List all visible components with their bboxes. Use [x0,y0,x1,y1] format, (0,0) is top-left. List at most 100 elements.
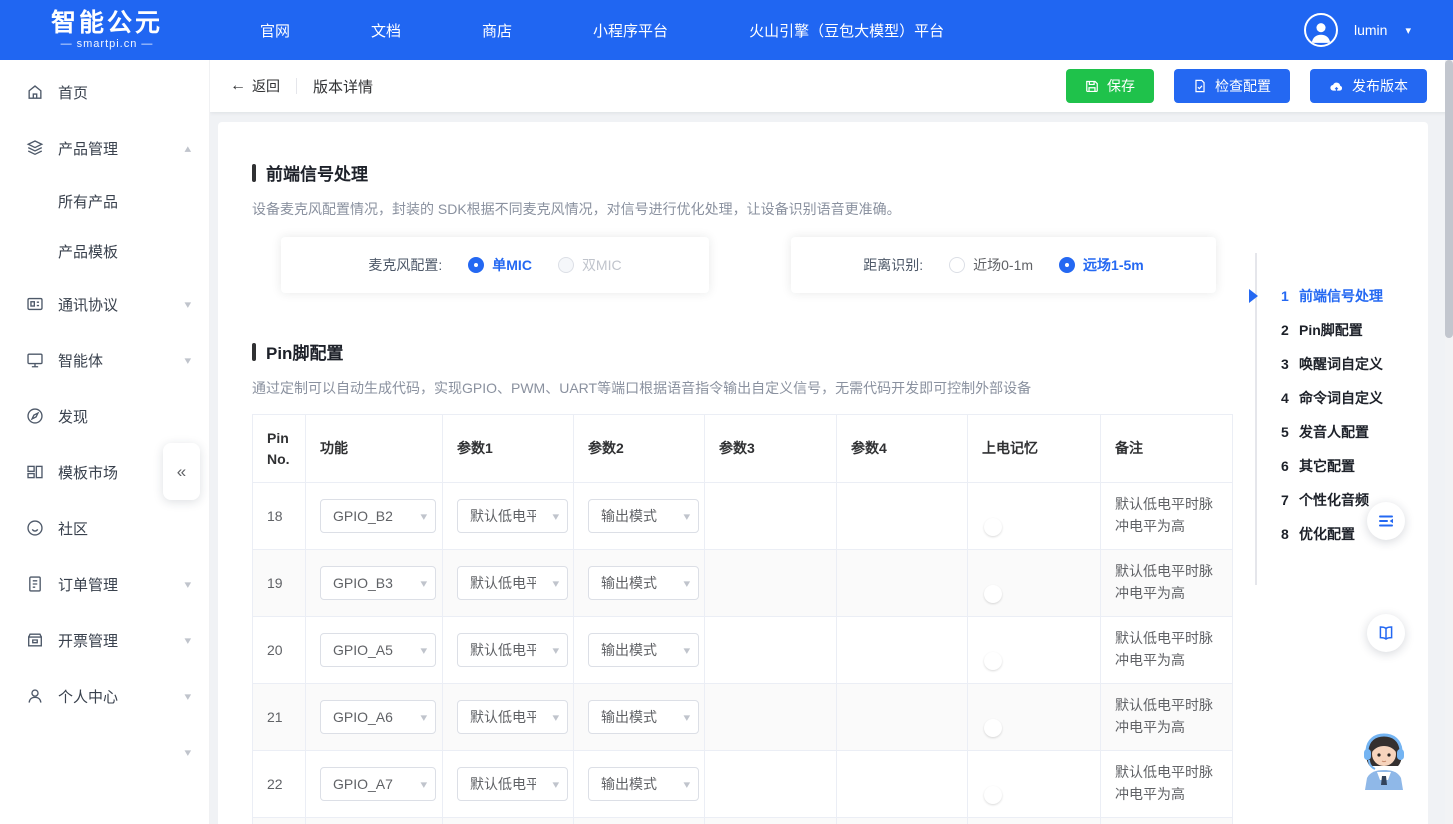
sidebar-item-home[interactable]: 首页 [0,64,209,120]
chevron-down-icon: ▾ [421,711,428,724]
mascot-girl-icon [1355,732,1413,794]
pin-number: 21 [253,684,306,751]
sidebar-item-protocol[interactable]: 通讯协议 ▾ [0,276,209,332]
radio-far-field[interactable]: 远场1-5m [1059,255,1144,275]
param1-select[interactable]: 默认低电平▾ [457,633,568,667]
anchor-item-other[interactable]: 6 其它配置 [1257,449,1445,483]
anchor-number: 3 [1281,356,1299,372]
table-row: 19 GPIO_B3▾ 默认低电平▾ 输出模式▾ 默认低电平时脉冲电平为高 [253,550,1233,617]
col-pin-no: Pin No. [253,415,306,483]
back-button[interactable]: ← 返回 [230,76,280,96]
radio-single-mic[interactable]: 单MIC [468,255,532,275]
sidebar-item-invoice[interactable]: 开票管理 ▾ [0,612,209,668]
chevron-down-icon[interactable]: ▾ [1405,24,1411,37]
logo[interactable]: 智能公元 — smartpi.cn — [42,10,172,50]
scrollbar[interactable] [1445,60,1453,824]
home-icon [26,83,44,101]
topnav-item-store[interactable]: 商店 [482,20,512,41]
param1-select[interactable]: 默认低电平▾ [457,767,568,801]
select-value: 默认低电平 [470,640,536,660]
sidebar-item-products[interactable]: 产品管理 ▴ [0,120,209,176]
table-row: 18 GPIO_B2▾ 默认低电平▾ 输出模式▾ 默认低电平时脉冲电平为高 [253,483,1233,550]
select-value: 输出模式 [601,774,657,794]
radio-near-field[interactable]: 近场0-1m [949,255,1033,275]
anchor-label: Pin脚配置 [1299,320,1363,340]
section-title-text: Pin脚配置 [266,339,343,364]
radio-label: 单MIC [492,255,532,275]
anchor-number: 2 [1281,322,1299,338]
section-pin-title: Pin脚配置 [252,339,1428,364]
sidebar-item-discover[interactable]: 发现 [0,388,209,444]
chevron-down-icon: ▾ [185,746,192,759]
anchor-item-signal[interactable]: 1 前端信号处理 [1257,279,1445,313]
param2-select[interactable]: 输出模式▾ [588,566,699,600]
anchor-item-command[interactable]: 4 命令词自定义 [1257,381,1445,415]
check-config-label: 检查配置 [1215,76,1271,96]
avatar[interactable] [1304,13,1338,47]
function-select[interactable]: GPIO_A5▾ [320,633,436,667]
col-param4: 参数4 [837,415,968,483]
param4-cell [837,751,968,818]
chevron-down-icon: ▾ [421,778,428,791]
select-value: 输出模式 [601,506,657,526]
anchor-item-wakeword[interactable]: 3 唤醒词自定义 [1257,347,1445,381]
function-select[interactable]: GPIO_A6▾ [320,700,436,734]
chevron-down-icon: ▾ [185,578,192,591]
col-memory: 上电记忆 [968,415,1101,483]
anchor-item-pin[interactable]: 2 Pin脚配置 [1257,313,1445,347]
sidebar-item-profile[interactable]: 个人中心 ▾ [0,668,209,724]
sidebar-item-agent[interactable]: 智能体 ▾ [0,332,209,388]
chevron-down-icon: ▾ [421,510,428,523]
param2-select[interactable]: 输出模式▾ [588,700,699,734]
distance-card: 距离识别: 近场0-1m 远场1-5m [791,237,1216,293]
anchor-item-optimize[interactable]: 8 优化配置 [1257,517,1445,551]
param1-select[interactable]: 默认低电平▾ [457,700,568,734]
pin-number: 22 [253,751,306,818]
anchor-item-audio[interactable]: 7 个性化音频 [1257,483,1445,517]
publish-button[interactable]: 发布版本 [1310,69,1427,103]
sidebar-item-product-templates[interactable]: 产品模板 [0,226,209,276]
param3-cell [705,617,837,684]
scrollbar-thumb[interactable] [1445,60,1453,338]
function-select[interactable]: GPIO_A7 ▾ [320,767,436,801]
sidebar-item-community[interactable]: 社区 [0,500,209,556]
outline-toggle-button[interactable] [1367,502,1405,540]
select-value: GPIO_A7 [333,776,393,792]
table-row-partial [253,818,1233,824]
radio-label: 双MIC [582,255,622,275]
radio-dual-mic[interactable]: 双MIC [558,255,622,275]
param2-select[interactable]: 输出模式▾ [588,633,699,667]
sidebar-collapse-button[interactable]: « [163,443,200,500]
toggle-knob [984,786,1002,804]
radio-label: 远场1-5m [1083,255,1144,275]
docs-book-button[interactable] [1367,614,1405,652]
sidebar-item-orders[interactable]: 订单管理 ▾ [0,556,209,612]
top-menu: 官网 文档 商店 小程序平台 火山引擎（豆包大模型）平台 [260,20,944,41]
function-select[interactable]: GPIO_B2▾ [320,499,436,533]
param1-select[interactable]: 默认低电平▾ [457,566,568,600]
topnav-item-docs[interactable]: 文档 [371,20,401,41]
anchor-label: 个性化音频 [1299,490,1369,510]
sidebar-item-label: 通讯协议 [58,294,185,315]
chevron-down-icon: ▾ [185,298,192,311]
param1-select[interactable]: 默认低电平▾ [457,499,568,533]
sidebar-item-all-products[interactable]: 所有产品 [0,176,209,226]
table-row: 20 GPIO_A5▾ 默认低电平▾ 输出模式▾ 默认低电平时脉冲电平为高 [253,617,1233,684]
topnav-item-miniapp[interactable]: 小程序平台 [593,20,668,41]
content-panel: 前端信号处理 设备麦克风配置情况，封装的 SDK根据不同麦克风情况，对信号进行优… [218,122,1428,824]
topnav-item-official[interactable]: 官网 [260,20,290,41]
assistant-mascot[interactable] [1355,732,1413,794]
param2-select[interactable]: 输出模式▾ [588,499,699,533]
param3-cell [705,751,837,818]
check-config-button[interactable]: 检查配置 [1174,69,1290,103]
param2-select[interactable]: 输出模式▾ [588,767,699,801]
param4-cell [837,483,968,550]
main-area: ← 返回 版本详情 保存 检查配置 发布版本 前端信号处理 设备麦克风配置 [210,60,1453,824]
sidebar-item-extra[interactable]: ▾ [0,724,209,780]
function-select[interactable]: GPIO_B3▾ [320,566,436,600]
save-button[interactable]: 保存 [1066,69,1154,103]
anchor-item-speaker[interactable]: 5 发音人配置 [1257,415,1445,449]
user-area[interactable]: lumin ▾ [1304,13,1411,47]
anchor-label: 优化配置 [1299,524,1355,544]
topnav-item-volcano[interactable]: 火山引擎（豆包大模型）平台 [749,20,944,41]
